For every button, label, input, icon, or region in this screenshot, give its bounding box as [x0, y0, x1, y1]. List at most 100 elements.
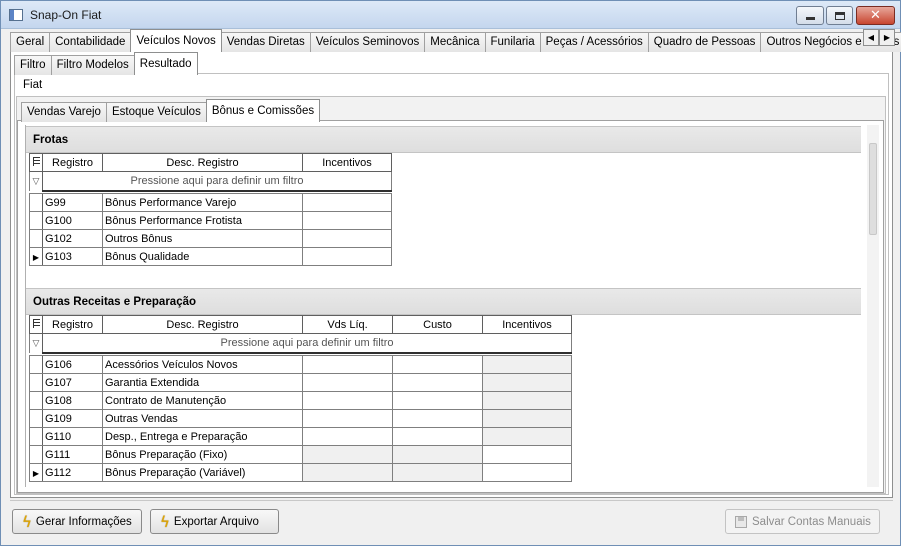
cell-incentivos[interactable]	[482, 445, 572, 464]
tab-main-7[interactable]: Peças / Acessórios	[539, 32, 649, 52]
cell-vds-liq[interactable]	[302, 409, 393, 428]
cell-desc[interactable]: Garantia Extendida	[102, 373, 303, 392]
cell-registro[interactable]: G103	[42, 247, 103, 266]
cell-custo[interactable]	[392, 463, 483, 482]
cell-registro[interactable]: G100	[42, 211, 103, 230]
column-chooser-button[interactable]	[29, 153, 43, 172]
row-indicator[interactable]	[29, 409, 43, 428]
cell-incentivos[interactable]	[482, 373, 572, 392]
column-header-desc[interactable]: Desc. Registro	[102, 315, 303, 334]
scrollbar-thumb[interactable]	[869, 143, 877, 235]
column-header-desc[interactable]: Desc. Registro	[102, 153, 303, 172]
cell-incentivos[interactable]	[482, 427, 572, 446]
cell-incentivos[interactable]	[302, 229, 392, 248]
cell-desc[interactable]: Desp., Entrega e Preparação	[102, 427, 303, 446]
row-indicator[interactable]: ▶	[29, 247, 43, 266]
cell-desc[interactable]: Bônus Preparação (Fixo)	[102, 445, 303, 464]
table-row[interactable]: G108 Contrato de Manutenção	[29, 391, 572, 410]
cell-custo[interactable]	[392, 445, 483, 464]
table-row[interactable]: G109 Outras Vendas	[29, 409, 572, 428]
row-indicator[interactable]	[29, 211, 43, 230]
cell-incentivos[interactable]	[482, 409, 572, 428]
cell-registro[interactable]: G109	[42, 409, 103, 428]
tab-main-2[interactable]: Veículos Novos	[130, 29, 222, 52]
column-header-vds-liq[interactable]: Vds Líq.	[302, 315, 393, 334]
cell-vds-liq[interactable]	[302, 373, 393, 392]
filter-row[interactable]: ▽ Pressione aqui para definir um filtro	[29, 171, 392, 192]
cell-registro[interactable]: G99	[42, 193, 103, 212]
cell-desc[interactable]: Outros Bônus	[102, 229, 303, 248]
tab-main-1[interactable]: Contabilidade	[49, 32, 132, 52]
cell-registro[interactable]: G108	[42, 391, 103, 410]
column-header-incentivos[interactable]: Incentivos	[482, 315, 572, 334]
cell-registro[interactable]: G102	[42, 229, 103, 248]
maximize-button[interactable]	[826, 6, 853, 25]
cell-desc[interactable]: Contrato de Manutenção	[102, 391, 303, 410]
cell-incentivos[interactable]	[482, 355, 572, 374]
minimize-button[interactable]	[796, 6, 824, 25]
column-header-registro[interactable]: Registro	[42, 315, 103, 334]
column-header-custo[interactable]: Custo	[392, 315, 483, 334]
cell-incentivos[interactable]	[302, 193, 392, 212]
filter-hint[interactable]: Pressione aqui para definir um filtro	[42, 171, 392, 192]
cell-desc[interactable]: Bônus Qualidade	[102, 247, 303, 266]
exportar-arquivo-button[interactable]: ϟ Exportar Arquivo	[150, 509, 279, 534]
cell-incentivos[interactable]	[482, 391, 572, 410]
cell-registro[interactable]: G111	[42, 445, 103, 464]
row-indicator[interactable]	[29, 193, 43, 212]
cell-vds-liq[interactable]	[302, 391, 393, 410]
row-indicator[interactable]	[29, 355, 43, 374]
tab-sub-0[interactable]: Filtro	[14, 55, 52, 75]
row-indicator[interactable]	[29, 391, 43, 410]
cell-incentivos[interactable]	[302, 211, 392, 230]
tab-result-2[interactable]: Bônus e Comissões	[205, 99, 321, 122]
row-indicator[interactable]	[29, 427, 43, 446]
cell-custo[interactable]	[392, 355, 483, 374]
cell-vds-liq[interactable]	[302, 463, 393, 482]
tab-scroll-right-button[interactable]: ▶	[879, 29, 895, 46]
table-row[interactable]: G107 Garantia Extendida	[29, 373, 572, 392]
row-indicator[interactable]: ▶	[29, 463, 43, 482]
cell-desc[interactable]: Bônus Performance Varejo	[102, 193, 303, 212]
tab-result-0[interactable]: Vendas Varejo	[21, 102, 107, 122]
table-row[interactable]: G102 Outros Bônus	[29, 229, 392, 248]
tab-main-8[interactable]: Quadro de Pessoas	[647, 32, 762, 52]
cell-desc[interactable]: Acessórios Veículos Novos	[102, 355, 303, 374]
vertical-scrollbar[interactable]	[867, 125, 879, 487]
row-indicator[interactable]	[29, 229, 43, 248]
row-indicator[interactable]	[29, 445, 43, 464]
gerar-informacoes-button[interactable]: ϟ Gerar Informações	[12, 509, 142, 534]
cell-desc[interactable]: Bônus Performance Frotista	[102, 211, 303, 230]
tab-result-1[interactable]: Estoque Veículos	[105, 102, 207, 122]
cell-vds-liq[interactable]	[302, 427, 393, 446]
cell-desc[interactable]: Bônus Preparação (Variável)	[102, 463, 303, 482]
tab-main-4[interactable]: Veículos Seminovos	[309, 32, 426, 52]
column-header-incentivos[interactable]: Incentivos	[302, 153, 392, 172]
column-chooser-button[interactable]	[29, 315, 43, 334]
cell-custo[interactable]	[392, 409, 483, 428]
cell-custo[interactable]	[392, 373, 483, 392]
cell-custo[interactable]	[392, 427, 483, 446]
cell-vds-liq[interactable]	[302, 355, 393, 374]
cell-registro[interactable]: G106	[42, 355, 103, 374]
filter-row[interactable]: ▽ Pressione aqui para definir um filtro	[29, 333, 572, 354]
cell-custo[interactable]	[392, 391, 483, 410]
column-header-registro[interactable]: Registro	[42, 153, 103, 172]
cell-vds-liq[interactable]	[302, 445, 393, 464]
tab-main-0[interactable]: Geral	[10, 32, 51, 52]
tab-main-6[interactable]: Funilaria	[484, 32, 541, 52]
salvar-contas-manuais-button[interactable]: Salvar Contas Manuais	[725, 509, 880, 534]
table-row[interactable]: G111 Bônus Preparação (Fixo)	[29, 445, 572, 464]
table-row[interactable]: ▶ G103 Bônus Qualidade	[29, 247, 392, 266]
tab-sub-2[interactable]: Resultado	[133, 52, 198, 75]
tab-scroll-left-button[interactable]: ◀	[863, 29, 879, 46]
cell-desc[interactable]: Outras Vendas	[102, 409, 303, 428]
row-indicator[interactable]	[29, 373, 43, 392]
table-row[interactable]: G110 Desp., Entrega e Preparação	[29, 427, 572, 446]
tab-main-5[interactable]: Mecânica	[424, 32, 486, 52]
cell-registro[interactable]: G112	[42, 463, 103, 482]
close-button[interactable]: ✕	[856, 6, 895, 25]
cell-incentivos[interactable]	[302, 247, 392, 266]
filter-hint[interactable]: Pressione aqui para definir um filtro	[42, 333, 572, 354]
table-row[interactable]: G106 Acessórios Veículos Novos	[29, 355, 572, 374]
